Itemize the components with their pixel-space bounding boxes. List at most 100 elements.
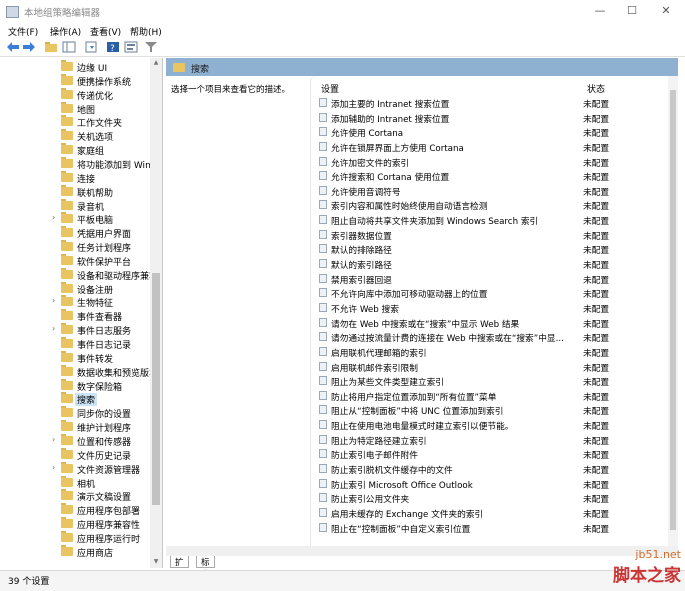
- menu-help[interactable]: 帮助(H): [130, 25, 162, 38]
- tree-item[interactable]: 关机选项: [0, 129, 150, 143]
- menu-view[interactable]: 查看(V): [90, 25, 121, 38]
- tree-item[interactable]: 联机帮助: [0, 184, 150, 199]
- help-icon[interactable]: ?: [106, 41, 120, 53]
- tree-item[interactable]: 事件日志记录: [0, 337, 150, 351]
- setting-row[interactable]: 允许在锁屏界面上方使用 Cortana 未配置: [311, 139, 679, 154]
- setting-row[interactable]: 默认的索引路径 未配置: [311, 256, 679, 271]
- tab-extended[interactable]: 扩展: [170, 556, 189, 580]
- expand-chevron-icon[interactable]: ›: [52, 324, 60, 333]
- horizontal-scrollbar[interactable]: [166, 546, 678, 556]
- column-state[interactable]: 状态: [587, 82, 605, 95]
- tree-item[interactable]: 便携操作系统: [0, 73, 150, 88]
- setting-row[interactable]: 添加主要的 Intranet 搜索位置 未配置: [311, 95, 679, 110]
- tree-item[interactable]: 软件保护平台: [0, 253, 150, 268]
- tree-item[interactable]: 应用程序包部署: [0, 503, 150, 517]
- setting-row[interactable]: 启用未缓存的 Exchange 文件夹的索引 未配置: [311, 505, 679, 520]
- tree-item[interactable]: › 位置和传感器: [0, 433, 150, 448]
- tree-item[interactable]: 同步你的设置: [0, 406, 150, 420]
- setting-row[interactable]: 防止索引脱机文件缓存中的文件 未配置: [311, 461, 679, 476]
- tree-item[interactable]: 数字保险箱: [0, 378, 150, 393]
- tree-item[interactable]: 维护计划程序: [0, 420, 150, 434]
- setting-row[interactable]: 阻止为某些文件类型建立索引 未配置: [311, 373, 679, 388]
- setting-name: 允许使用音调符号: [331, 187, 401, 198]
- tab-standard[interactable]: 标准: [196, 556, 215, 580]
- expand-chevron-icon[interactable]: ›: [52, 213, 60, 222]
- scroll-up-icon[interactable]: ▲: [152, 59, 160, 67]
- tree-item[interactable]: › 文件资源管理器: [0, 461, 150, 476]
- tree-item[interactable]: 应用商店: [0, 544, 150, 559]
- setting-row[interactable]: 允许使用音调符号 未配置: [311, 183, 679, 198]
- close-button[interactable]: ✕: [651, 0, 681, 22]
- tree-item[interactable]: 任务计划程序: [0, 240, 150, 254]
- column-setting[interactable]: 设置: [321, 82, 339, 95]
- tree-item[interactable]: › 事件日志服务: [0, 323, 150, 337]
- setting-row[interactable]: 默认的排除路径 未配置: [311, 241, 679, 256]
- tree-item[interactable]: 传递优化: [0, 87, 150, 102]
- folder-up-icon[interactable]: [44, 41, 58, 53]
- setting-row[interactable]: 防止将用户指定位置添加到“所有位置”菜单 未配置: [311, 388, 679, 403]
- maximize-button[interactable]: ☐: [617, 0, 647, 22]
- setting-row[interactable]: 允许使用 Cortana 未配置: [311, 124, 679, 139]
- setting-row[interactable]: 阻止自动将共享文件夹添加到 Windows Search 索引 未配置: [311, 212, 679, 227]
- tree-item[interactable]: 凭据用户界面: [0, 226, 150, 240]
- policy-setting-icon: [319, 156, 327, 166]
- tree-item[interactable]: › 生物特征: [0, 295, 150, 309]
- setting-row[interactable]: 启用联机代理邮箱的索引 未配置: [311, 344, 679, 359]
- tree-item[interactable]: 将功能添加到 Wind: [0, 156, 156, 171]
- export-list-icon[interactable]: [84, 41, 98, 53]
- setting-row[interactable]: 启用联机邮件索引限制 未配置: [311, 359, 679, 374]
- setting-row[interactable]: 阻止为特定路径建立索引 未配置: [311, 432, 679, 447]
- tree-scroll-thumb[interactable]: [152, 273, 160, 505]
- minimize-button[interactable]: —: [585, 0, 615, 22]
- tree-item[interactable]: 录音机: [0, 198, 150, 213]
- tree-item[interactable]: 文件历史记录: [0, 447, 150, 462]
- tree-item[interactable]: 事件查看器: [0, 309, 150, 323]
- setting-row[interactable]: 阻止在“控制面板”中自定义索引位置 未配置: [311, 520, 679, 535]
- setting-row[interactable]: 禁用索引器回退 未配置: [311, 271, 679, 286]
- show-tree-icon[interactable]: [62, 41, 76, 53]
- expand-chevron-icon[interactable]: ›: [52, 435, 60, 444]
- setting-row[interactable]: 防止索引 Microsoft Office Outlook 未配置: [311, 476, 679, 491]
- tree-item[interactable]: › 平板电脑: [0, 212, 150, 226]
- scroll-down-icon[interactable]: ▼: [152, 558, 160, 566]
- tree-item[interactable]: 演示文稿设置: [0, 489, 150, 503]
- expand-chevron-icon[interactable]: ›: [52, 463, 60, 472]
- tree-item[interactable]: 工作文件夹: [0, 115, 150, 129]
- setting-row[interactable]: 请勿在 Web 中搜索或在“搜索”中显示 Web 结果 未配置: [311, 315, 679, 330]
- setting-row[interactable]: 防止索引公用文件夹 未配置: [311, 490, 679, 505]
- list-scroll-thumb[interactable]: [670, 90, 676, 530]
- setting-row[interactable]: 阻止在使用电池电量模式时建立索引以便节能。 未配置: [311, 417, 679, 432]
- tree-item[interactable]: 设备注册: [0, 281, 150, 296]
- tree-item[interactable]: 事件转发: [0, 350, 150, 365]
- tree-item[interactable]: 连接: [0, 170, 150, 185]
- setting-row[interactable]: 阻止从“控制面板”中将 UNC 位置添加到索引 未配置: [311, 402, 679, 417]
- tree-item[interactable]: 应用程序兼容性: [0, 517, 150, 531]
- setting-row[interactable]: 索引内容和属性时始终使用自动语言检测 未配置: [311, 197, 679, 212]
- tree-scrollbar[interactable]: ▲ ▼: [150, 58, 162, 568]
- setting-row[interactable]: 允许搜索和 Cortana 使用位置 未配置: [311, 168, 679, 183]
- tree-item[interactable]: 搜索: [0, 392, 150, 407]
- setting-row[interactable]: 不允许 Web 搜索 未配置: [311, 300, 679, 315]
- setting-row[interactable]: 添加辅助的 Intranet 搜索位置 未配置: [311, 110, 679, 125]
- tree-item[interactable]: 应用程序运行时: [0, 530, 150, 545]
- menu-action[interactable]: 操作(A): [50, 25, 81, 38]
- back-arrow-icon[interactable]: [6, 41, 20, 53]
- properties-icon[interactable]: [124, 41, 138, 53]
- tree-item[interactable]: 家庭组: [0, 143, 150, 157]
- tree-item[interactable]: 设备和驱动程序兼容: [0, 267, 158, 282]
- setting-row[interactable]: 索引器数据位置 未配置: [311, 227, 679, 242]
- tree-item[interactable]: 边缘 UI: [0, 60, 150, 74]
- setting-row[interactable]: 允许加密文件的索引 未配置: [311, 154, 679, 169]
- forward-arrow-icon[interactable]: [22, 41, 36, 53]
- list-scrollbar[interactable]: [668, 76, 678, 546]
- setting-row[interactable]: 防止索引电子邮件附件 未配置: [311, 446, 679, 461]
- expand-chevron-icon[interactable]: ›: [52, 296, 60, 305]
- tree-item[interactable]: 相机: [0, 475, 150, 490]
- tree-item[interactable]: 数据收集和预览版本: [0, 364, 158, 379]
- setting-row[interactable]: 请勿通过按流量计费的连接在 Web 中搜索或在“搜索”中显... 未配置: [311, 329, 679, 344]
- tree-item[interactable]: 地图: [0, 101, 150, 116]
- setting-row[interactable]: 不允许向库中添加可移动驱动器上的位置 未配置: [311, 285, 679, 300]
- filter-icon[interactable]: [144, 41, 158, 53]
- folder-icon: [61, 115, 73, 127]
- menu-file[interactable]: 文件(F): [8, 25, 38, 38]
